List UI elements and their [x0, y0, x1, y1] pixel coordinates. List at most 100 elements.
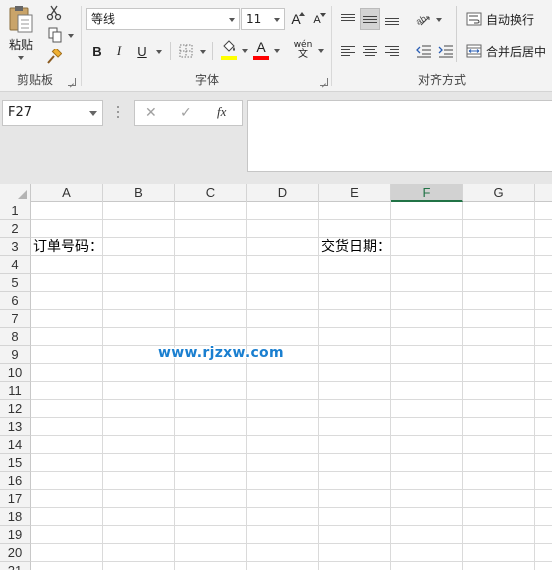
row-header-20[interactable]: 20: [0, 544, 31, 562]
row-gridline: [31, 255, 552, 256]
align-center-button[interactable]: [360, 40, 380, 62]
row-header-13[interactable]: 13: [0, 418, 31, 436]
increase-indent-button[interactable]: [436, 40, 456, 62]
row-header-19[interactable]: 19: [0, 526, 31, 544]
row-header-7[interactable]: 7: [0, 310, 31, 328]
row-header-6[interactable]: 6: [0, 292, 31, 310]
enter-icon[interactable]: ✓: [180, 105, 192, 121]
row-gridline: [31, 435, 552, 436]
row-header-4[interactable]: 4: [0, 256, 31, 274]
column-header-c[interactable]: C: [175, 184, 247, 202]
row-header-18[interactable]: 18: [0, 508, 31, 526]
bottom-align-button[interactable]: [382, 8, 402, 30]
phonetic-guide-button[interactable]: wén 文: [292, 38, 324, 62]
format-painter-icon: [47, 49, 62, 64]
column-header-a[interactable]: A: [31, 184, 103, 202]
text-orientation-icon: ab: [415, 13, 430, 26]
merge-center-button[interactable]: 合并后居中: [466, 40, 552, 62]
ribbon: 粘贴 剪贴板 等线 11 A A B I U A wén 文 字体 ab 自动换…: [0, 0, 552, 92]
row-gridline: [31, 363, 552, 364]
cut-button[interactable]: [44, 4, 64, 22]
bold-glyph: B: [92, 43, 102, 59]
font-launcher-icon[interactable]: [320, 78, 328, 86]
row-header-2[interactable]: 2: [0, 220, 31, 238]
scissors-icon: [46, 5, 62, 21]
font-name-select[interactable]: 等线: [86, 8, 240, 30]
orientation-button[interactable]: ab: [414, 8, 442, 30]
row-gridline: [31, 507, 552, 508]
italic-glyph: I: [116, 43, 122, 58]
chevron-down-icon: [229, 18, 235, 22]
increase-font-size-button[interactable]: A: [287, 10, 305, 28]
row-gridline: [31, 399, 552, 400]
column-header-d[interactable]: D: [247, 184, 319, 202]
row-header-16[interactable]: 16: [0, 472, 31, 490]
italic-button[interactable]: I: [110, 40, 128, 62]
font-separator: [212, 42, 213, 60]
chevron-down-icon: [18, 56, 24, 60]
underline-button[interactable]: U: [132, 40, 162, 62]
middle-align-button[interactable]: [360, 8, 380, 30]
font-size-value: 11: [246, 12, 262, 26]
merge-cells-icon: [466, 44, 482, 58]
column-header-e[interactable]: E: [319, 184, 391, 202]
cell-a3[interactable]: 订单号码：: [31, 238, 103, 256]
select-all-button[interactable]: [0, 184, 31, 202]
decrease-font-size-button[interactable]: A: [308, 10, 326, 28]
column-gridline: [534, 202, 535, 570]
cell-e3[interactable]: 交货日期：: [319, 238, 391, 256]
caret-down-icon: [320, 13, 326, 17]
insert-function-button[interactable]: fx: [217, 104, 226, 120]
column-header-b[interactable]: B: [103, 184, 175, 202]
column-header-g[interactable]: G: [463, 184, 535, 202]
row-header-10[interactable]: 10: [0, 364, 31, 382]
row-header-9[interactable]: 9: [0, 346, 31, 364]
font-size-select[interactable]: 11: [241, 8, 285, 30]
caret-up-icon: [299, 12, 305, 16]
column-gridline: [318, 202, 319, 570]
fill-color-button[interactable]: [220, 38, 248, 62]
row-header-1[interactable]: 1: [0, 202, 31, 220]
clipboard-launcher-icon[interactable]: [68, 78, 76, 86]
top-align-button[interactable]: [338, 8, 358, 30]
merge-center-label: 合并后居中: [486, 44, 547, 59]
outdent-icon: [416, 45, 431, 58]
row-gridline: [31, 417, 552, 418]
wrap-text-button[interactable]: 自动换行: [466, 8, 546, 30]
row-header-12[interactable]: 12: [0, 400, 31, 418]
column-header-f[interactable]: F: [391, 184, 463, 202]
row-gridline: [31, 561, 552, 562]
chevron-down-icon: [89, 111, 97, 116]
row-header-14[interactable]: 14: [0, 436, 31, 454]
bold-button[interactable]: B: [88, 40, 106, 62]
cells-area[interactable]: 订单号码： 交货日期：: [31, 202, 552, 570]
name-box[interactable]: F27: [2, 100, 103, 126]
font-group-label: 字体: [194, 73, 219, 87]
font-color-button[interactable]: A: [252, 38, 280, 62]
align-left-button[interactable]: [338, 40, 358, 62]
row-header-8[interactable]: 8: [0, 328, 31, 346]
row-header-17[interactable]: 17: [0, 490, 31, 508]
align-right-button[interactable]: [382, 40, 402, 62]
formula-input[interactable]: [247, 100, 552, 172]
row-gridline: [31, 471, 552, 472]
row-header-5[interactable]: 5: [0, 274, 31, 292]
row-gridline: [31, 381, 552, 382]
row-header-11[interactable]: 11: [0, 382, 31, 400]
format-painter-button[interactable]: [44, 48, 64, 66]
borders-button[interactable]: [176, 40, 206, 62]
formula-bar-grip[interactable]: [117, 106, 120, 120]
row-header-15[interactable]: 15: [0, 454, 31, 472]
cancel-icon[interactable]: ✕: [145, 105, 157, 121]
row-gridline: [31, 291, 552, 292]
alignment-group: ab 自动换行 合并后居中 对齐方式: [332, 0, 552, 92]
paste-button[interactable]: 粘贴: [4, 4, 38, 64]
row-header-21[interactable]: 21: [0, 562, 31, 570]
row-gridline: [31, 489, 552, 490]
formula-tools: ✕ ✓ fx: [134, 100, 243, 126]
decrease-indent-button[interactable]: [414, 40, 434, 62]
worksheet-grid: ABCDEFG 12345678910111213141516171819202…: [0, 184, 552, 570]
wrap-text-label: 自动换行: [486, 12, 535, 27]
copy-button[interactable]: [44, 26, 74, 44]
row-header-3[interactable]: 3: [0, 238, 31, 256]
